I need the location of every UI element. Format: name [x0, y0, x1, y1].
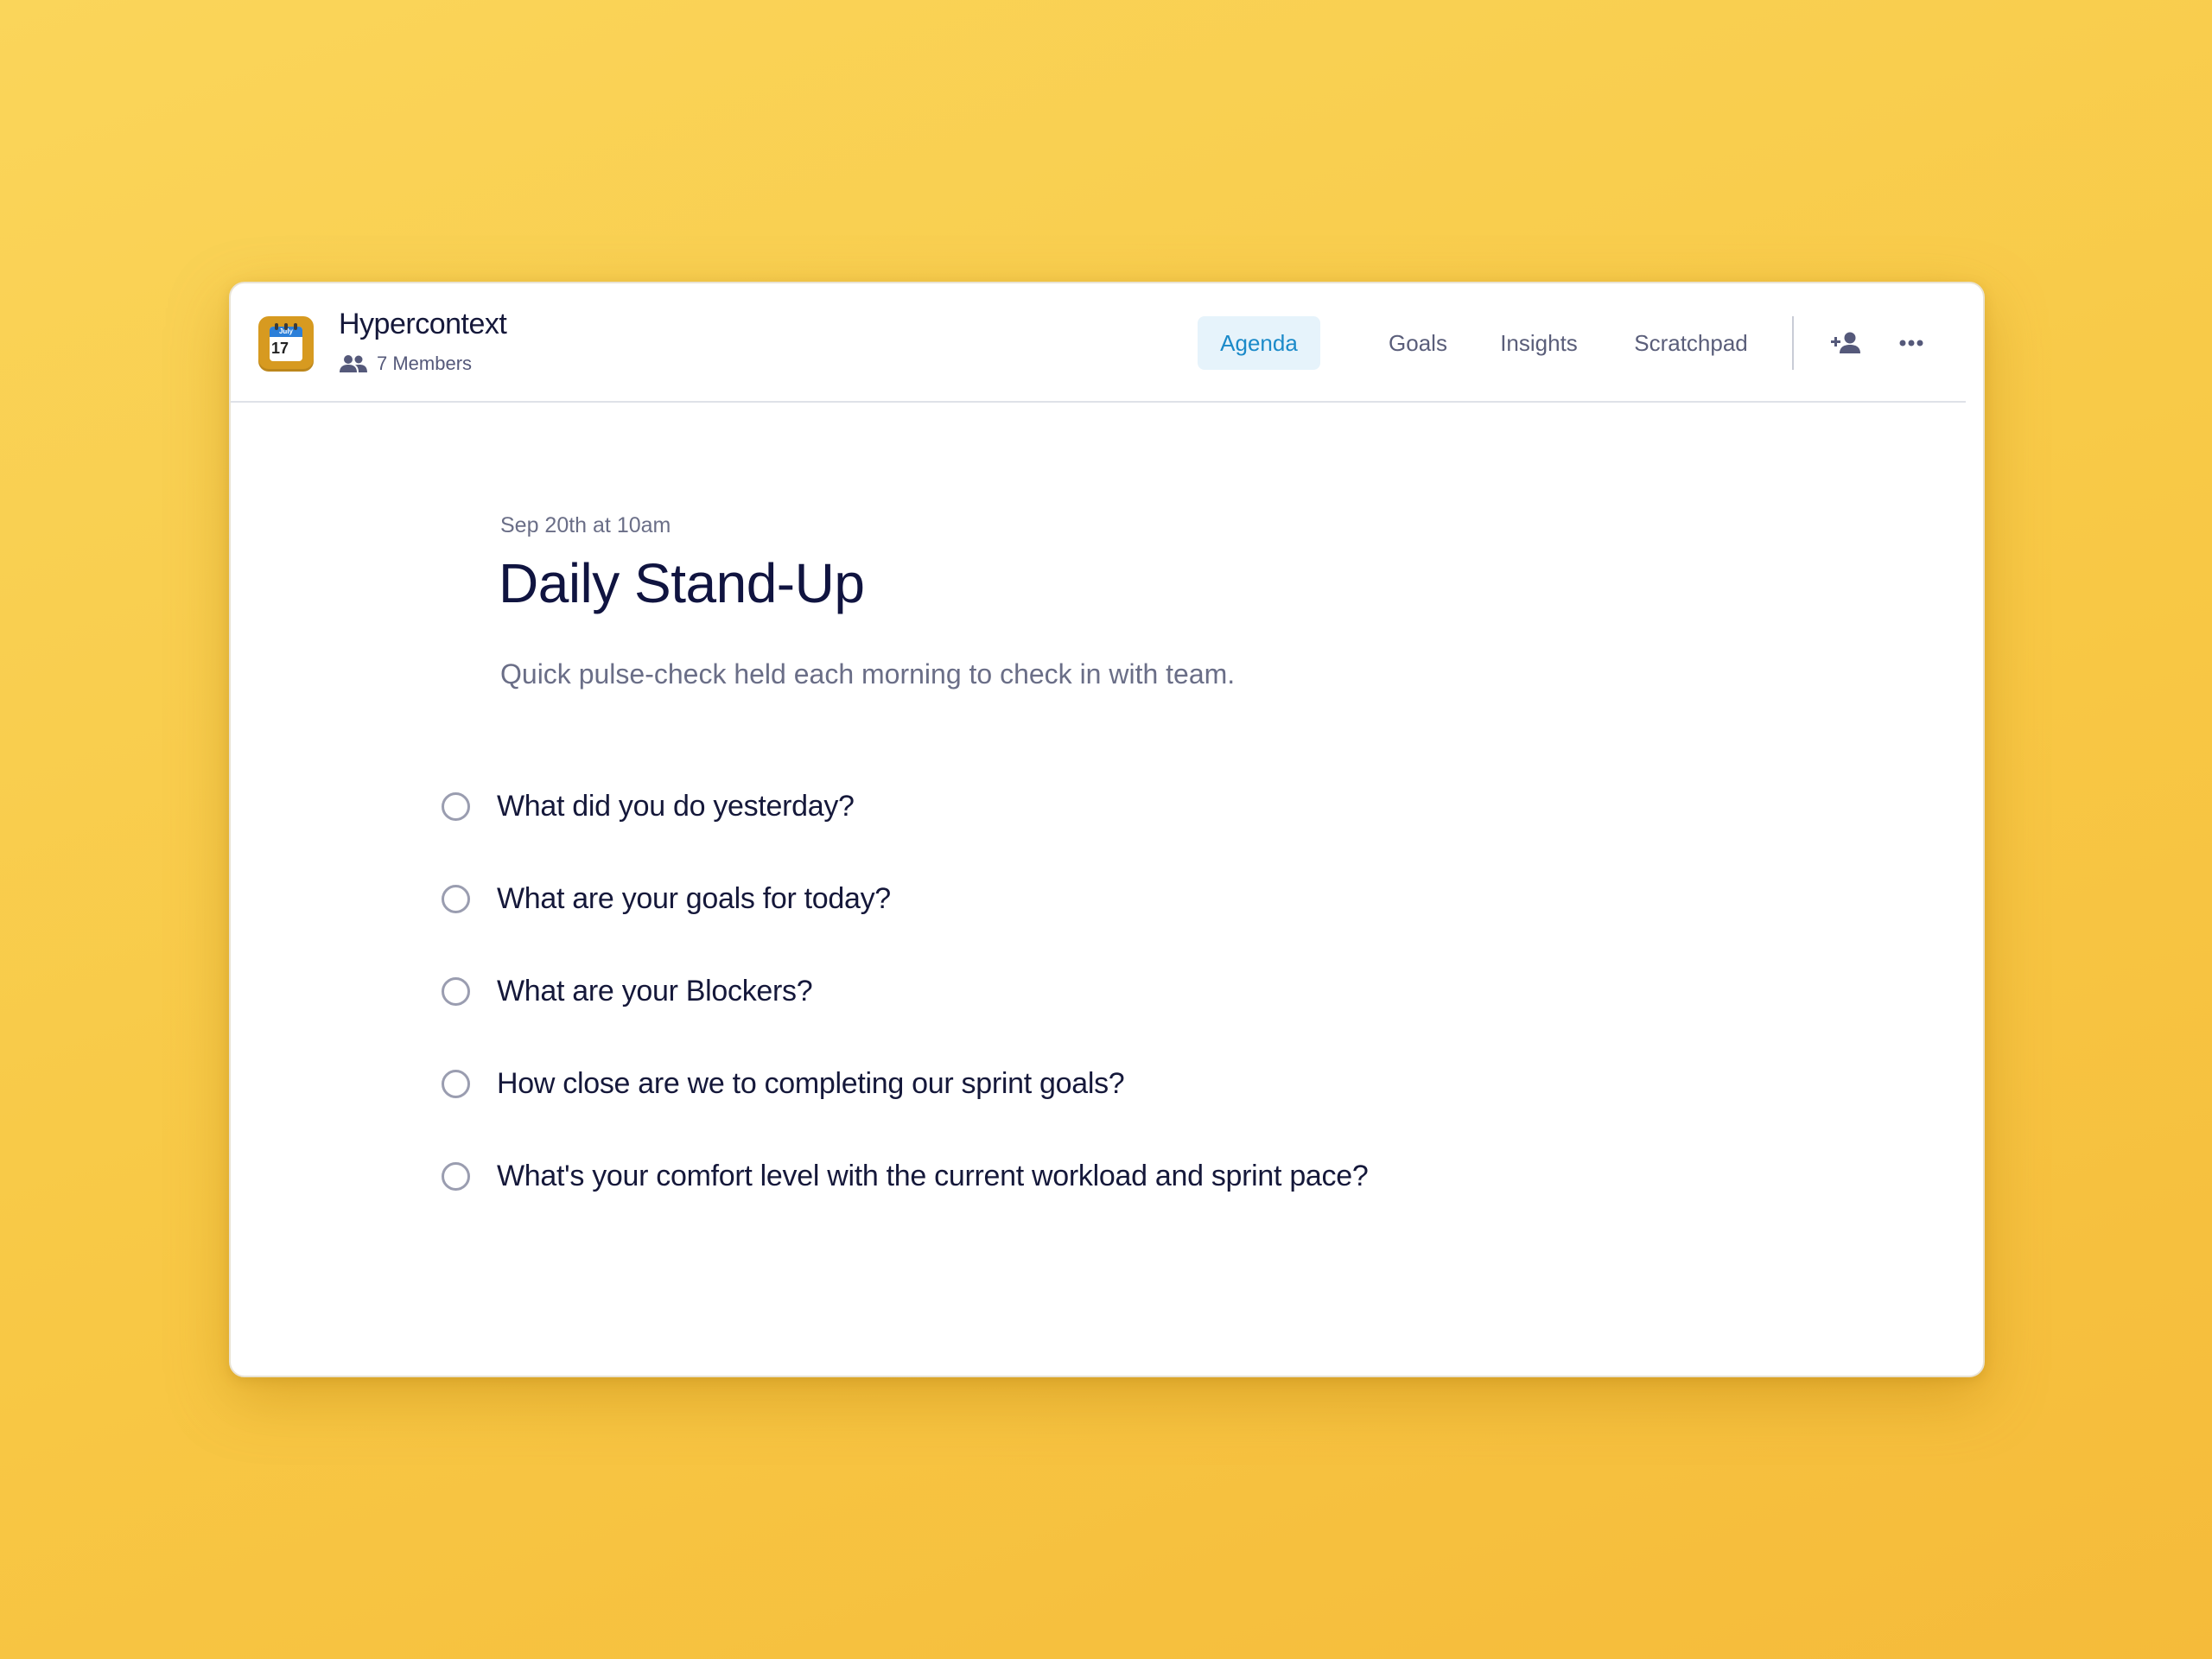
meeting-date: Sep 20th at 10am [500, 513, 671, 537]
header-bar: July 17 Hypercontext 7 Members Agenda Go… [231, 283, 1966, 403]
agenda-item[interactable]: How close are we to completing our sprin… [442, 1062, 1125, 1105]
calendar-icon: July 17 [258, 316, 314, 372]
tab-agenda[interactable]: Agenda [1198, 316, 1320, 370]
app-window: July 17 Hypercontext 7 Members Agenda Go… [229, 282, 1985, 1377]
people-icon [340, 355, 367, 372]
agenda-item[interactable]: What did you do yesterday? [442, 785, 855, 828]
agenda-item-checkbox[interactable] [442, 1161, 470, 1191]
members-label: 7 Members [377, 353, 473, 374]
more-horizontal-icon[interactable] [1891, 323, 1931, 363]
agenda-item-text[interactable]: What's your comfort level with the curre… [497, 1160, 1369, 1193]
meeting-title[interactable]: Daily Stand-Up [499, 551, 865, 615]
header-divider [1792, 316, 1794, 370]
agenda-item-text[interactable]: What did you do yesterday? [497, 790, 855, 823]
agenda-item-checkbox[interactable] [442, 791, 470, 821]
agenda-item-checkbox[interactable] [442, 1069, 470, 1098]
agenda-item-checkbox[interactable] [442, 976, 470, 1006]
tab-insights[interactable]: Insights [1478, 316, 1599, 370]
calendar-day: 17 [271, 340, 289, 357]
agenda-item[interactable]: What's your comfort level with the curre… [442, 1154, 1369, 1198]
members-count[interactable]: 7 Members [339, 351, 472, 377]
agenda-item-text[interactable]: What are your goals for today? [497, 882, 891, 916]
agenda-item-text[interactable]: How close are we to completing our sprin… [497, 1067, 1125, 1101]
add-person-icon[interactable] [1827, 323, 1866, 363]
agenda-item-checkbox[interactable] [442, 884, 470, 913]
agenda-content: Sep 20th at 10am Daily Stand-Up Quick pu… [231, 403, 1983, 1376]
meeting-description[interactable]: Quick pulse-check held each morning to c… [500, 658, 1235, 690]
agenda-item[interactable]: What are your Blockers? [442, 969, 813, 1013]
tab-scratchpad[interactable]: Scratchpad [1613, 316, 1769, 370]
agenda-item-text[interactable]: What are your Blockers? [497, 975, 813, 1008]
app-title: Hypercontext [339, 308, 507, 340]
tab-goals[interactable]: Goals [1366, 316, 1470, 370]
agenda-item[interactable]: What are your goals for today? [442, 877, 891, 920]
